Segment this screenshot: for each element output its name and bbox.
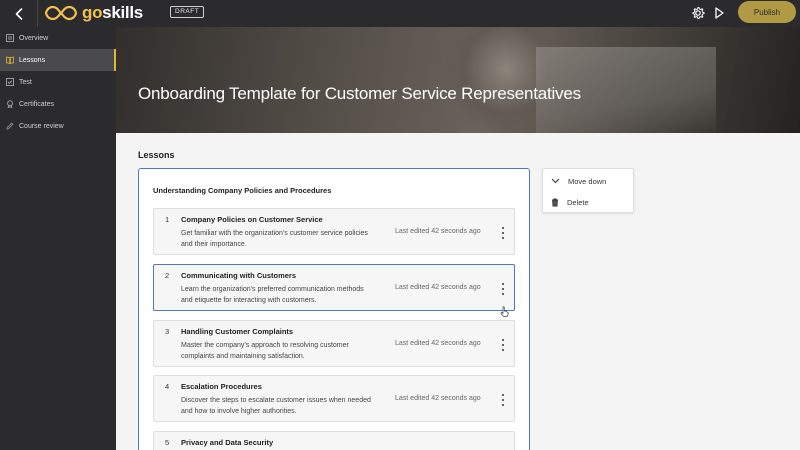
sidebar-item-course-review[interactable]: Course review	[0, 115, 116, 137]
lesson-title: Escalation Procedures	[181, 382, 262, 391]
lesson-group[interactable]: Understanding Company Policies and Proce…	[138, 168, 530, 450]
more-options-icon[interactable]	[499, 338, 507, 352]
settings-button[interactable]	[690, 5, 706, 21]
publish-button[interactable]: Publish	[738, 1, 796, 23]
course-title[interactable]: Onboarding Template for Customer Service…	[138, 84, 581, 104]
lesson-edited-time: Last edited 42 seconds ago	[395, 228, 481, 235]
menu-item-label: Move down	[568, 176, 607, 186]
lesson-number: 4	[165, 382, 170, 391]
lesson-description: Learn the organization's preferred commu…	[181, 286, 364, 304]
sidebar-item-lessons[interactable]: Lessons	[0, 49, 116, 71]
sidebar: Overview Lessons Test Certificates Cours…	[0, 27, 116, 450]
lesson-group-title[interactable]: Understanding Company Policies and Proce…	[153, 186, 331, 195]
lesson-title: Company Policies on Customer Service	[181, 215, 323, 224]
lesson-row[interactable]: 3 Handling Customer Complaints Master th…	[153, 320, 515, 367]
move-down-menu-item[interactable]: Move down	[543, 171, 635, 191]
lesson-title: Communicating with Customers	[181, 271, 297, 280]
lesson-options-menu: Move down Delete	[542, 168, 634, 213]
gear-icon	[692, 7, 705, 20]
sidebar-item-label: Overview	[19, 34, 49, 42]
lesson-number: 3	[165, 327, 170, 336]
lesson-row[interactable]: 5 Privacy and Data Security	[153, 431, 515, 450]
overview-icon	[6, 34, 14, 42]
section-heading: Lessons	[138, 150, 175, 160]
banner-overlay	[116, 27, 800, 133]
lesson-title: Privacy and Data Security	[181, 438, 274, 447]
goskills-logo: goskills	[44, 3, 143, 23]
play-icon	[715, 7, 724, 19]
more-options-icon[interactable]	[499, 226, 507, 240]
lesson-number: 2	[165, 271, 170, 280]
course-banner: Onboarding Template for Customer Service…	[116, 27, 800, 133]
lesson-description: Get familiar with the organization's cus…	[181, 230, 368, 248]
lesson-number: 5	[165, 438, 170, 447]
main-content: Lessons Understanding Company Policies a…	[116, 133, 800, 450]
more-options-icon[interactable]	[499, 393, 507, 407]
lesson-row[interactable]: 1 Company Policies on Customer Service G…	[153, 208, 515, 255]
chevron-down-icon	[551, 178, 560, 184]
edit-icon	[6, 122, 14, 130]
top-bar: goskills DRAFT Publish	[0, 0, 800, 27]
preview-button[interactable]	[712, 5, 726, 21]
lesson-edited-time: Last edited 42 seconds ago	[395, 340, 481, 347]
lesson-row[interactable]: 4 Escalation Procedures Discover the ste…	[153, 375, 515, 422]
draft-badge: DRAFT	[170, 6, 205, 18]
hand-cursor-icon	[500, 306, 509, 317]
lesson-number: 1	[165, 215, 170, 224]
lesson-edited-time: Last edited 42 seconds ago	[395, 284, 481, 291]
book-icon	[6, 56, 14, 64]
sidebar-item-label: Certificates	[19, 100, 55, 108]
sidebar-item-test[interactable]: Test	[0, 71, 116, 93]
lesson-row[interactable]: 2 Communicating with Customers Learn the…	[153, 264, 515, 311]
sidebar-item-label: Test	[19, 78, 32, 86]
sidebar-item-certificates[interactable]: Certificates	[0, 93, 116, 115]
lesson-description: Master the company's approach to resolvi…	[181, 342, 349, 360]
certificate-icon	[6, 100, 14, 108]
lesson-title: Handling Customer Complaints	[181, 327, 294, 336]
back-button[interactable]	[0, 0, 38, 27]
lesson-description: Discover the steps to escalate customer …	[181, 397, 371, 415]
back-arrow-icon	[15, 7, 22, 20]
logo-skills: skills	[102, 3, 143, 22]
delete-menu-item[interactable]: Delete	[543, 192, 635, 212]
trash-icon	[552, 198, 558, 206]
more-options-icon[interactable]	[499, 282, 507, 296]
logo-go: go	[82, 3, 103, 22]
lesson-edited-time: Last edited 42 seconds ago	[395, 395, 481, 402]
menu-item-label: Delete	[567, 197, 589, 207]
test-icon	[6, 78, 14, 86]
sidebar-item-label: Course review	[19, 122, 64, 130]
sidebar-item-label: Lessons	[19, 56, 46, 64]
logo-infinity-icon	[44, 5, 78, 21]
sidebar-item-overview[interactable]: Overview	[0, 27, 116, 49]
